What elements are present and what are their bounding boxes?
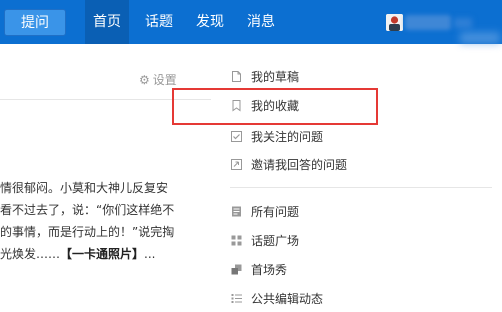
feed-line: 的事情，而是行动上的！”说完掏: [0, 225, 175, 239]
menu-item-label: 我的草稿: [251, 70, 300, 84]
ellipsis: ...: [144, 247, 156, 261]
settings-label: 设置: [152, 73, 177, 87]
invite-icon: [231, 159, 242, 170]
list-icon: [231, 294, 242, 303]
menu-item-label: 所有问题: [251, 205, 300, 219]
showcase-icon: [231, 264, 242, 275]
menu-item-showcase[interactable]: 首场秀: [230, 259, 287, 281]
menu-item-label: 首场秀: [251, 263, 288, 277]
gear-icon: ⚙: [139, 73, 150, 87]
photo-link[interactable]: 【一卡通照片】: [60, 247, 144, 261]
menu-item-invited-questions[interactable]: 邀请我回答的问题: [230, 154, 347, 176]
settings-link[interactable]: ⚙ 设置: [139, 71, 177, 88]
feed-line-text: 光焕发……: [0, 247, 61, 261]
draft-icon: [232, 71, 241, 82]
menu-item-public-edits[interactable]: 公共编辑动态: [230, 288, 323, 310]
menu-item-label: 我关注的问题: [251, 130, 324, 144]
feed-line: 看不过去了，说：“你们这样绝不: [0, 203, 175, 217]
grid-icon: [231, 235, 242, 246]
ask-question-button[interactable]: 提问: [4, 9, 66, 36]
nav-discover[interactable]: 发现: [192, 0, 228, 44]
document-list-icon: [232, 206, 241, 217]
menu-item-all-questions[interactable]: 所有问题: [230, 201, 299, 223]
menu-divider: [230, 187, 492, 188]
redacted-area: [454, 18, 472, 28]
menu-item-topic-square[interactable]: 话题广场: [230, 230, 299, 252]
nav-home[interactable]: 首页: [85, 0, 129, 44]
nav-messages[interactable]: 消息: [243, 0, 279, 44]
avatar[interactable]: [386, 14, 403, 31]
menu-item-label: 邀请我回答的问题: [251, 158, 348, 172]
feed-line: 情很郁闷。小莫和大神儿反复安: [0, 181, 169, 195]
feed-line: 光焕发……【一卡通照片】...: [0, 243, 212, 265]
username-redacted[interactable]: [405, 15, 451, 30]
redacted-area: [460, 32, 500, 44]
menu-item-followed-questions[interactable]: 我关注的问题: [230, 126, 323, 148]
highlight-annotation: [172, 88, 378, 125]
menu-item-label: 公共编辑动态: [251, 292, 324, 306]
menu-item-drafts[interactable]: 我的草稿: [230, 66, 299, 88]
top-navbar: 提问 首页 话题 发现 消息: [0, 0, 502, 44]
checkbox-icon: [231, 131, 242, 142]
menu-item-label: 话题广场: [251, 234, 300, 248]
nav-topics[interactable]: 话题: [141, 0, 177, 44]
feed-excerpt: 情很郁闷。小莫和大神儿反复安 看不过去了，说：“你们这样绝不 的事情，而是行动上…: [0, 177, 212, 265]
